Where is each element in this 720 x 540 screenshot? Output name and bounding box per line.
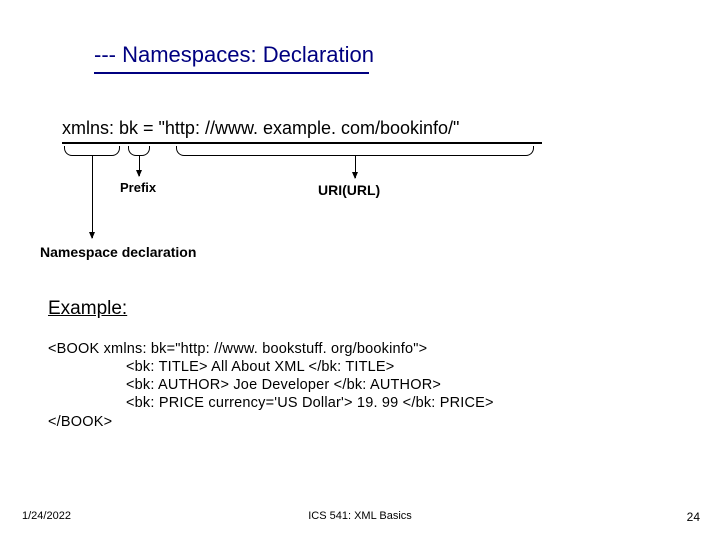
slide-title: --- Namespaces: Declaration: [94, 42, 374, 68]
arrow-uri: [355, 156, 356, 178]
footer-page-number: 24: [687, 510, 700, 524]
code-line-1: <BOOK xmlns: bk="http: //www. bookstuff.…: [48, 340, 494, 358]
title-underline: [94, 72, 369, 74]
code-line-4: <bk: PRICE currency='US Dollar'> 19. 99 …: [126, 394, 494, 412]
declaration-line: xmlns: bk = "http: //www. example. com/b…: [62, 118, 459, 139]
label-namespace-declaration: Namespace declaration: [40, 244, 196, 260]
bracket-uri: [176, 146, 534, 156]
label-uri: URI(URL): [318, 182, 380, 198]
arrow-namespace-decl: [92, 156, 93, 238]
footer-date: 1/24/2022: [22, 510, 71, 522]
bracket-xmlns: [64, 146, 120, 156]
code-line-2: <bk: TITLE> All About XML </bk: TITLE>: [126, 358, 494, 376]
footer-course: ICS 541: XML Basics: [308, 510, 412, 522]
code-line-5: </BOOK>: [48, 413, 494, 431]
bracket-prefix: [128, 146, 150, 156]
label-prefix: Prefix: [120, 180, 156, 195]
code-example: <BOOK xmlns: bk="http: //www. bookstuff.…: [48, 340, 494, 431]
label-example: Example:: [48, 298, 127, 320]
arrow-prefix: [139, 156, 140, 176]
declaration-underline: [62, 142, 542, 144]
code-line-3: <bk: AUTHOR> Joe Developer </bk: AUTHOR>: [126, 376, 494, 394]
